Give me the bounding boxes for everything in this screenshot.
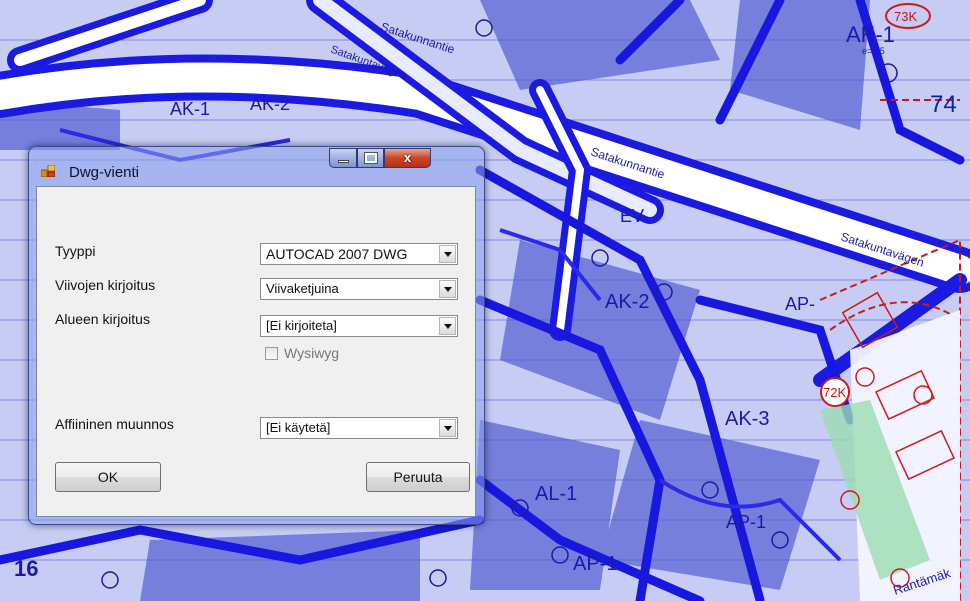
map-label-ak1-left: AK-1 <box>170 99 210 119</box>
minimize-icon <box>338 160 349 163</box>
area-value: [Ei kirjoiteta] <box>266 318 337 333</box>
maximize-button[interactable] <box>357 148 384 168</box>
close-button[interactable]: x <box>384 148 431 168</box>
type-combobox[interactable]: AUTOCAD 2007 DWG <box>260 243 458 265</box>
chevron-down-icon <box>444 287 452 292</box>
type-label: Tyyppi <box>55 243 96 259</box>
area-label: Alueen kirjoitus <box>55 311 150 327</box>
ok-button[interactable]: OK <box>55 462 161 492</box>
affine-label: Affiininen muunnos <box>55 416 174 432</box>
dwg-app-icon <box>41 165 55 177</box>
lines-value: Viivaketjuina <box>266 281 339 296</box>
chevron-down-icon <box>444 252 452 257</box>
map-label-e: e=0.5 <box>862 46 885 56</box>
map-label-ap1: AP-1 <box>573 553 617 575</box>
map-label-ak2-left: AK-2 <box>250 94 290 114</box>
chevron-down-icon <box>444 426 452 431</box>
map-label-ak3: AK-3 <box>725 408 769 430</box>
lines-dropdown-button[interactable] <box>439 280 456 298</box>
map-label-ap: AP- <box>785 294 815 314</box>
wysiwyg-label[interactable]: Wysiwyg <box>284 345 339 361</box>
chevron-down-icon <box>444 324 452 329</box>
lines-combobox[interactable]: Viivaketjuina <box>260 278 458 300</box>
affine-combobox[interactable]: [Ei käytetä] <box>260 417 458 439</box>
map-label-74: 74 <box>930 91 957 118</box>
cancel-button[interactable]: Peruuta <box>366 462 470 492</box>
title-bar[interactable]: Dwg-vienti x <box>29 147 484 185</box>
minimize-button[interactable] <box>329 148 357 168</box>
map-label-ak1-top: AK-1 <box>846 22 895 47</box>
map-label-16: 16 <box>14 556 38 581</box>
type-dropdown-button[interactable] <box>439 245 456 263</box>
dwg-export-dialog: Dwg-vienti x Tyyppi AUTOCAD 2007 DWG Vii… <box>28 146 485 525</box>
map-label-ev: EV- <box>620 206 649 226</box>
map-label-al1: AL-1 <box>535 483 577 505</box>
maximize-icon <box>364 152 378 164</box>
dialog-content: Tyyppi AUTOCAD 2007 DWG Viivojen kirjoit… <box>36 186 476 517</box>
affine-value: [Ei käytetä] <box>266 420 331 435</box>
lines-label: Viivojen kirjoitus <box>55 277 156 293</box>
area-dropdown-button[interactable] <box>439 317 456 335</box>
map-label-ap1-b: AP-1 <box>726 512 766 532</box>
area-combobox[interactable]: [Ei kirjoiteta] <box>260 315 458 337</box>
type-value: AUTOCAD 2007 DWG <box>266 246 408 262</box>
map-label-72k: 72K <box>823 385 846 400</box>
wysiwyg-checkbox[interactable] <box>265 347 278 360</box>
close-icon: x <box>403 150 412 165</box>
window-title: Dwg-vienti <box>69 164 140 181</box>
affine-dropdown-button[interactable] <box>439 419 456 437</box>
map-label-73k: 73K <box>894 9 917 24</box>
map-label-ak2-mid: AK-2 <box>605 291 649 313</box>
